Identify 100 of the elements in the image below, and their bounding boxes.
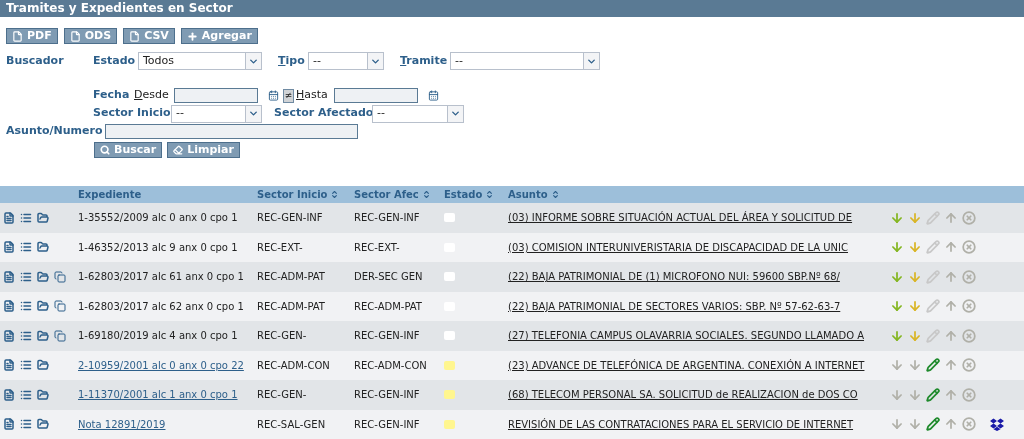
subject-link[interactable]: (03) COMISION INTERUNIVERISTARIA DE DISCAPACIDAD DE LA UNIC: [508, 241, 848, 253]
eraser-icon: [173, 145, 184, 155]
close-icon[interactable]: [962, 358, 976, 373]
column-header[interactable]: Expediente: [78, 187, 257, 202]
list-icon[interactable]: [20, 211, 32, 224]
chevron-down-icon: [450, 108, 461, 119]
field-label: Desde: [134, 87, 170, 104]
table-cell: REC-GEN-INF: [257, 212, 323, 224]
table-cell: REC-GEN-INF: [354, 418, 420, 430]
table-cell: REC-GEN-: [257, 330, 307, 342]
expediente-link[interactable]: Nota 12891/2019: [78, 418, 166, 430]
list-icon[interactable]: [20, 359, 32, 372]
table-cell: REC-ADM-CON: [257, 359, 330, 371]
list-icon[interactable]: [20, 300, 32, 313]
document-icon[interactable]: [3, 300, 15, 313]
expediente-link[interactable]: 2-10959/2001 alc 0 anx 0 cpo 22: [78, 359, 244, 371]
document-icon[interactable]: [3, 359, 15, 372]
field-label: Estado: [93, 52, 137, 69]
dropdown[interactable]: Todos: [138, 52, 262, 70]
folder-icon[interactable]: [37, 418, 49, 431]
copy-icon[interactable]: [54, 329, 66, 342]
sort-icon: [330, 190, 340, 199]
field-label: Tramite: [400, 52, 449, 69]
panel-title: Tramites y Expedientes en Sector: [0, 0, 1024, 17]
dropdown[interactable]: --: [450, 52, 600, 70]
folder-icon[interactable]: [37, 388, 49, 401]
list-icon[interactable]: [20, 241, 32, 254]
expediente-text: 1-62803/2017 alc 62 anx 0 cpo 1: [78, 300, 244, 312]
document-icon[interactable]: [3, 241, 15, 254]
expediente-text: 1-62803/2017 alc 61 anx 0 cpo 1: [78, 271, 244, 283]
document-icon[interactable]: [3, 329, 15, 342]
folder-icon[interactable]: [37, 270, 49, 283]
folder-icon[interactable]: [37, 329, 49, 342]
subject-link[interactable]: (22) BAJA PATRIMONIAL DE SECTORES VARIOS: SBP. Nº 57-62-63-7: [508, 300, 841, 312]
close-icon[interactable]: [962, 240, 976, 255]
field-label: Sector Afectado: [274, 105, 372, 122]
close-icon[interactable]: [962, 328, 976, 343]
field-label: Asunto/Numero: [6, 123, 103, 140]
document-icon[interactable]: [3, 211, 15, 224]
sort-icon: [550, 190, 560, 199]
copy-icon[interactable]: [54, 270, 66, 283]
plus-icon: [186, 30, 198, 42]
pencil-icon[interactable]: [926, 358, 940, 373]
dropbox-icon[interactable]: [990, 417, 1004, 431]
sort-icon: [485, 190, 495, 199]
copy-icon[interactable]: [54, 300, 66, 313]
subject-link[interactable]: (03) INFORME SOBRE SITUACIÓN ACTUAL DEL ÁREA Y SOLICITUD DE: [508, 212, 853, 224]
field-label: Tipo: [278, 52, 306, 69]
column-header[interactable]: Sector Afec: [354, 187, 444, 202]
document-icon[interactable]: [3, 418, 15, 431]
pencil-icon[interactable]: [926, 417, 940, 432]
document-icon[interactable]: [3, 388, 15, 401]
toggle-button[interactable]: ≠: [283, 88, 294, 103]
subject-link[interactable]: (22) BAJA PATRIMONIAL DE (1) MICROFONO NUI: 59600 SBP.Nº 68/: [508, 271, 840, 283]
list-icon[interactable]: [20, 418, 32, 431]
dropdown[interactable]: --: [171, 104, 262, 123]
subject-link[interactable]: (68) TELECOM PERSONAL SA. SOLICITUD de REALIZACION de DOS CO: [508, 389, 858, 401]
list-icon[interactable]: [20, 329, 32, 342]
folder-icon[interactable]: [37, 241, 49, 254]
subject-link[interactable]: (27) TELEFONIA CAMPUS OLAVARRIA SOCIALES. SEGUNDO LLAMADO A: [508, 330, 865, 342]
dropdown[interactable]: --: [308, 52, 384, 70]
column-header[interactable]: Sector Inicio: [257, 187, 354, 202]
close-icon[interactable]: [962, 210, 976, 225]
table-cell: REC-GEN-INF: [354, 330, 420, 342]
chevron-down-icon: [248, 108, 259, 119]
search-field[interactable]: [104, 124, 358, 139]
close-icon[interactable]: [962, 387, 976, 402]
expediente-text: 1-69180/2019 alc 4 anx 0 cpo 1: [78, 330, 238, 342]
list-icon[interactable]: [20, 270, 32, 283]
calendar-icon[interactable]: [428, 90, 439, 101]
folder-icon[interactable]: [37, 300, 49, 313]
table-cell: DER-SEC GEN: [354, 271, 423, 283]
date-field[interactable]: [334, 88, 418, 103]
table-cell: REC-GEN-: [257, 389, 307, 401]
table-cell: REC-SAL-GEN: [257, 418, 326, 430]
subject-link[interactable]: REVISIÓN DE LAS CONTRATACIONES PARA EL SERVICIO DE INTERNET: [508, 418, 854, 430]
document-icon[interactable]: [3, 270, 15, 283]
file-icon: [12, 30, 23, 42]
search-section-label: Buscador: [6, 52, 65, 69]
table-cell: REC-ADM-PAT: [257, 271, 325, 283]
expediente-link[interactable]: 1-11370/2001 alc 1 anx 0 cpo 1: [78, 389, 238, 401]
column-header[interactable]: Asunto: [508, 187, 708, 202]
date-field[interactable]: [174, 88, 258, 103]
folder-icon[interactable]: [37, 211, 49, 224]
file-icon: [69, 30, 81, 42]
table-cell: REC-GEN-INF: [354, 212, 420, 224]
close-icon[interactable]: [962, 299, 976, 314]
column-header[interactable]: Estado: [444, 187, 508, 202]
dropdown[interactable]: --: [372, 104, 464, 123]
file-icon: [129, 30, 141, 42]
calendar-icon[interactable]: [268, 90, 279, 101]
close-icon[interactable]: [962, 417, 976, 432]
folder-icon[interactable]: [37, 359, 49, 372]
table-cell: REC-ADM-PAT: [354, 300, 422, 312]
close-icon[interactable]: [962, 269, 976, 284]
expediente-text: 1-35552/2009 alc 0 anx 0 cpo 1: [78, 212, 238, 224]
list-icon[interactable]: [20, 388, 32, 401]
subject-link[interactable]: (23) ADVANCE DE TELEFÓNICA DE ARGENTINA. CONEXIÓN A INTERNET: [508, 359, 865, 371]
pencil-icon[interactable]: [926, 387, 940, 402]
sort-icon: [421, 190, 431, 199]
